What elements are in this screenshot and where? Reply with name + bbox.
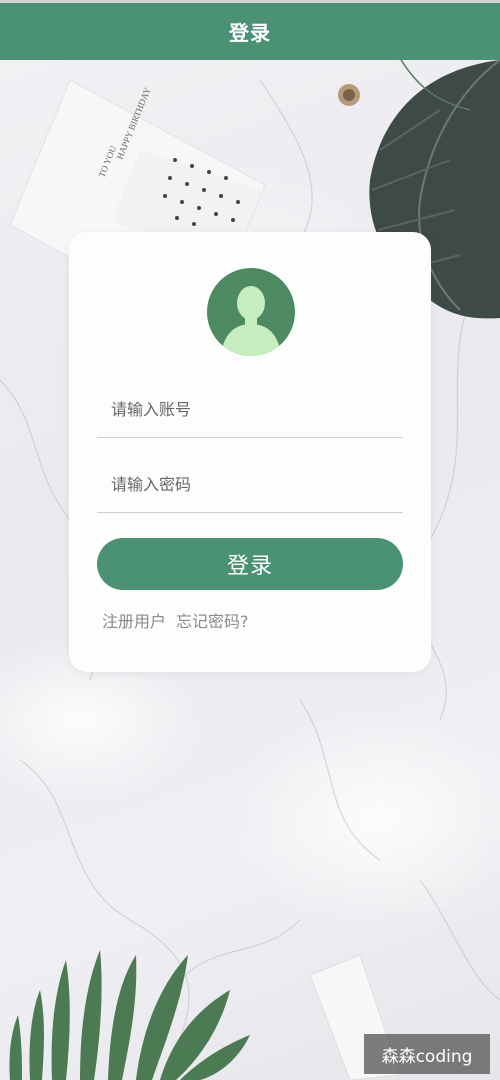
username-field — [97, 382, 403, 438]
password-field — [97, 457, 403, 513]
avatar — [207, 268, 295, 356]
forgot-password-link[interactable]: 忘记密码? — [176, 608, 249, 632]
page-title: 登录 — [229, 21, 271, 45]
palm-leaf — [9, 950, 250, 1080]
top-bar: 登录 — [0, 0, 500, 60]
register-link[interactable]: 注册用户 — [102, 608, 166, 632]
login-card: 登录 注册用户 忘记密码? — [69, 232, 431, 672]
password-input[interactable] — [111, 457, 391, 512]
pin-decoration — [338, 84, 360, 106]
user-avatar-icon — [221, 286, 281, 356]
username-input[interactable] — [111, 382, 391, 437]
login-button[interactable]: 登录 — [97, 538, 403, 590]
watermark: 森森coding — [364, 1034, 490, 1074]
auth-links: 注册用户 忘记密码? — [102, 608, 249, 632]
